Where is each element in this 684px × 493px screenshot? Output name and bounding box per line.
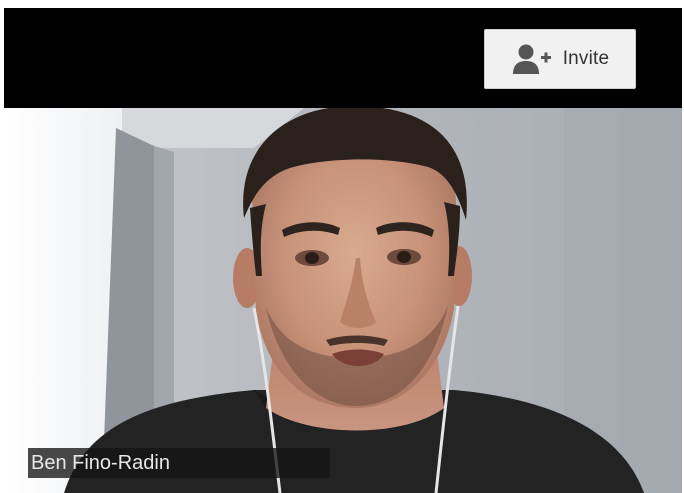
top-bar: Invite (4, 8, 682, 108)
participant-name-label: Ben Fino-Radin (28, 448, 330, 478)
invite-button[interactable]: Invite (484, 29, 636, 89)
add-person-icon (511, 42, 555, 76)
video-call-window: Invite Ben Fino-Radin (0, 0, 684, 493)
invite-button-label: Invite (562, 48, 610, 69)
video-frame-illustration (4, 108, 682, 493)
participant-video (4, 108, 682, 493)
